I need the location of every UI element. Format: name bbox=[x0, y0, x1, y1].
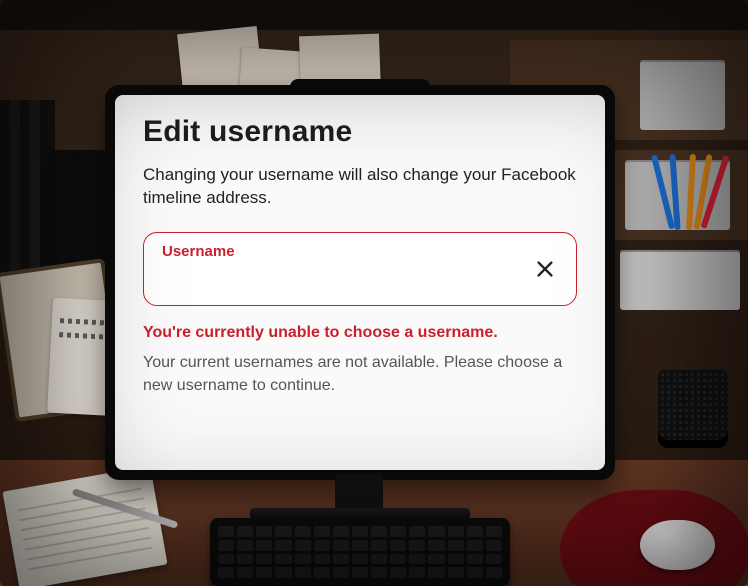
error-title: You're currently unable to choose a user… bbox=[143, 324, 577, 342]
username-input[interactable] bbox=[162, 267, 518, 295]
desk-paper bbox=[2, 466, 167, 586]
error-message: Your current usernames are not available… bbox=[143, 352, 573, 397]
dialog-title: Edit username bbox=[143, 115, 577, 149]
clear-input-button[interactable] bbox=[530, 254, 560, 284]
pen-cup bbox=[658, 370, 728, 448]
close-icon bbox=[534, 258, 556, 280]
edit-username-dialog: Edit username Changing your username wil… bbox=[115, 95, 605, 470]
username-field[interactable]: Username bbox=[143, 232, 577, 306]
monitor-notch bbox=[290, 79, 430, 91]
monitor: Edit username Changing your username wil… bbox=[105, 85, 615, 480]
screen: Edit username Changing your username wil… bbox=[115, 95, 605, 470]
mouse bbox=[640, 520, 715, 570]
keyboard bbox=[210, 518, 510, 586]
paper-stack bbox=[620, 250, 740, 310]
dialog-subtitle: Changing your username will also change … bbox=[143, 163, 577, 210]
paper-stack bbox=[640, 60, 725, 130]
username-label: Username bbox=[162, 243, 518, 260]
